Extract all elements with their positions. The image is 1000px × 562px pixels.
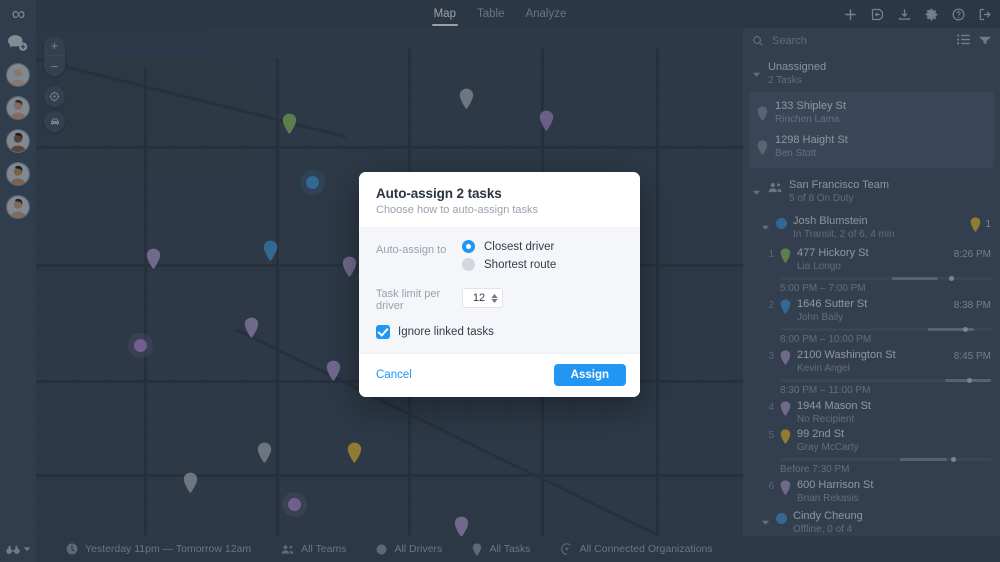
assign-mode-radio-group[interactable]: Closest driver Shortest route	[462, 240, 556, 271]
radio-label: Shortest route	[484, 258, 557, 271]
ignore-linked-tasks-label: Ignore linked tasks	[398, 326, 494, 338]
modal-title: Auto-assign 2 tasks	[376, 186, 502, 201]
task-limit-stepper[interactable]: 12	[462, 288, 503, 308]
assign-to-label: Auto-assign to	[376, 244, 447, 256]
ignore-linked-tasks-checkbox[interactable]	[376, 325, 390, 339]
stepper-arrows-icon[interactable]	[491, 293, 498, 303]
app-root: + − Search Unassigned 2 Tasks 133 Shiple…	[0, 0, 1000, 562]
assign-button[interactable]: Assign	[553, 364, 626, 386]
task-limit-value: 12	[472, 292, 486, 304]
radio-option-1[interactable]: Closest driver	[462, 240, 556, 253]
modal-body: Auto-assign to Closest driver Shortest ro…	[359, 227, 640, 353]
radio-button[interactable]	[462, 240, 475, 253]
task-limit-label: Task limit per driver	[376, 288, 441, 312]
modal-header: Auto-assign 2 tasks Choose how to auto-a…	[359, 172, 640, 227]
modal-subtitle: Choose how to auto-assign tasks	[376, 204, 539, 216]
radio-label: Closest driver	[484, 240, 555, 253]
cancel-button[interactable]: Cancel	[376, 369, 412, 381]
modal-footer: Cancel Assign	[359, 353, 640, 397]
auto-assign-modal: Auto-assign 2 tasks Choose how to auto-a…	[359, 172, 640, 397]
radio-button[interactable]	[462, 258, 475, 271]
radio-option-2[interactable]: Shortest route	[462, 258, 556, 271]
